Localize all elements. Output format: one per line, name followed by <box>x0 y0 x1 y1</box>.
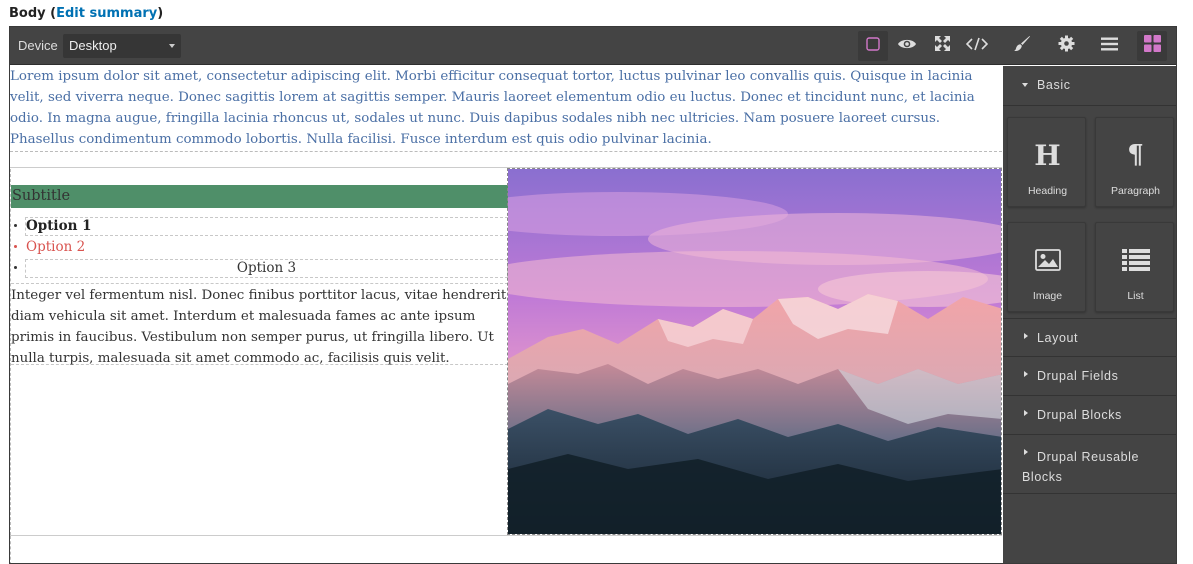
editor-canvas[interactable]: Lorem ipsum dolor sit amet, consectetur … <box>10 66 1002 563</box>
block-label: Paragraph <box>1110 185 1161 197</box>
mountain-image[interactable] <box>507 168 1002 535</box>
blocks-grid-icon <box>1143 35 1161 57</box>
fullscreen-icon <box>934 35 951 57</box>
category-label: Drupal Fields <box>1037 369 1119 383</box>
paint-brush-icon <box>1013 35 1031 58</box>
chevron-down-icon <box>169 44 175 48</box>
option-label: Option 2 <box>26 239 86 255</box>
image-icon <box>1008 245 1087 275</box>
category-layout[interactable]: Layout <box>1003 318 1176 357</box>
blocks-panel: Basic H Heading ¶ Paragraph Image List L… <box>1003 66 1176 563</box>
block-list[interactable]: List <box>1095 222 1174 312</box>
block-heading[interactable]: H Heading <box>1007 117 1086 207</box>
layer-manager-button[interactable] <box>1094 31 1124 61</box>
blocks-button[interactable] <box>1137 31 1167 61</box>
option-label: Option 3 <box>236 260 297 276</box>
device-label: Device <box>18 38 58 53</box>
caret-down-icon <box>1022 83 1028 87</box>
body-paragraph[interactable]: Integer vel fermentum nisl. Donec finibu… <box>11 283 508 366</box>
bullet-icon <box>14 224 17 227</box>
eye-icon <box>897 37 917 56</box>
category-basic[interactable]: Basic <box>1003 66 1176 106</box>
hamburger-icon <box>1100 37 1118 56</box>
option-label: Option 1 <box>26 218 92 234</box>
column-guide <box>10 536 11 563</box>
subtitle-heading[interactable]: Subtitle <box>11 185 508 208</box>
block-label: Image <box>1032 290 1063 302</box>
sw-visibility-button[interactable] <box>858 31 888 61</box>
device-select[interactable]: Desktop <box>63 34 181 58</box>
block-label: Heading <box>1027 185 1068 197</box>
code-view-button[interactable] <box>962 31 992 61</box>
list-item[interactable]: Option 1 <box>14 217 508 236</box>
gear-icon <box>1058 35 1075 57</box>
list-item[interactable]: Option 3 <box>14 259 508 278</box>
caret-right-icon <box>1024 333 1028 339</box>
category-label: Basic <box>1037 78 1071 92</box>
category-label: Drupal Blocks <box>1037 408 1122 422</box>
list-icon <box>1096 245 1175 275</box>
field-label: Body (Edit summary) <box>9 6 163 21</box>
list-item[interactable]: Option 2 <box>14 238 508 257</box>
code-icon <box>965 37 989 56</box>
lorem-paragraph[interactable]: Lorem ipsum dolor sit amet, consectetur … <box>10 66 1002 152</box>
heading-h-icon: H <box>1034 138 1061 172</box>
category-drupal-reusable-blocks[interactable]: Drupal Reusable Blocks <box>1003 435 1176 494</box>
preview-button[interactable] <box>892 31 922 61</box>
category-label: Layout <box>1037 331 1079 345</box>
row-divider <box>10 535 1002 536</box>
category-drupal-blocks[interactable]: Drupal Blocks <box>1003 396 1176 435</box>
left-column[interactable]: Subtitle Option 1 Option 2 Option 3 Inte… <box>10 169 508 535</box>
editor-toolbar: Device Desktop <box>10 27 1176 65</box>
edit-summary-link[interactable]: Edit summary <box>56 6 157 21</box>
block-image[interactable]: Image <box>1007 222 1086 312</box>
bullet-icon <box>14 245 17 248</box>
category-drupal-fields[interactable]: Drupal Fields <box>1003 357 1176 396</box>
paragraph-pilcrow-icon: ¶ <box>1127 140 1144 170</box>
settings-button[interactable] <box>1051 31 1081 61</box>
caret-right-icon <box>1024 410 1028 416</box>
device-select-value: Desktop <box>69 38 117 53</box>
empty-row[interactable] <box>10 148 1002 168</box>
style-manager-button[interactable] <box>1007 31 1037 61</box>
block-label: List <box>1127 290 1144 302</box>
sw-visibility-icon <box>865 36 881 57</box>
fullscreen-button[interactable] <box>927 31 957 61</box>
block-paragraph[interactable]: ¶ Paragraph <box>1095 117 1174 207</box>
bullet-icon <box>14 266 17 269</box>
caret-right-icon <box>1024 371 1028 377</box>
category-label: Drupal Reusable Blocks <box>1022 450 1140 484</box>
close-paren: ) <box>157 6 164 21</box>
field-label-text: Body <box>9 6 46 21</box>
page-builder-editor: Device Desktop Lorem ipsum dolor sit ame… <box>9 26 1177 564</box>
